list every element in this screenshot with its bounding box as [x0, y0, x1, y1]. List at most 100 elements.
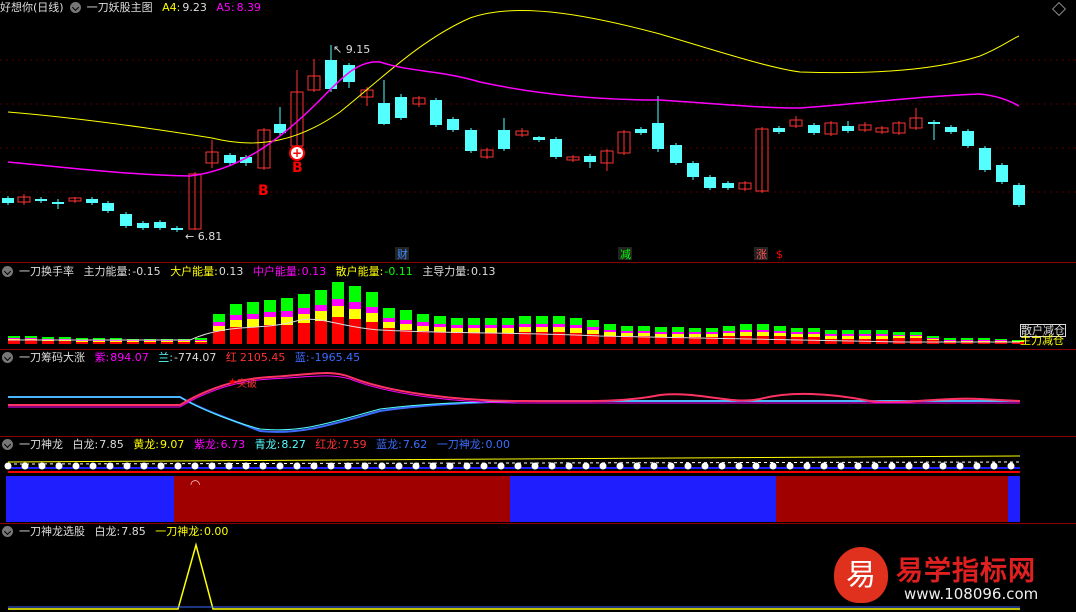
red-line: [8, 371, 1021, 406]
turnover-bar-big: [519, 327, 531, 332]
dragon-dot: [157, 462, 165, 470]
turnover-bar-mid: [655, 332, 667, 334]
dragon-dot: [446, 462, 454, 470]
turnover-bar-mid: [706, 332, 718, 334]
event-label: $: [776, 248, 783, 261]
dragon-dot: [276, 462, 284, 470]
dragon-dot: [123, 462, 131, 470]
dragon-dot: [395, 462, 403, 470]
dragon-dot: [650, 462, 658, 470]
candle-body: [395, 97, 407, 118]
turnover-bar-main: [349, 319, 361, 344]
turnover-bar-mid: [995, 340, 1007, 341]
turnover-bar-retail: [434, 316, 446, 324]
dragon-dot: [72, 462, 80, 470]
turnover-bar-mid: [485, 325, 497, 328]
turnover-bar-big: [417, 326, 429, 331]
turnover-bar-mid: [349, 302, 361, 309]
turnover-bar-main: [281, 325, 293, 344]
chips-panel[interactable]: 一刀筹码大涨 紫:894.07 兰:-774.07 红 2105.45 蓝:-19…: [0, 349, 1076, 437]
turnover-bar-retail: [315, 290, 327, 305]
dragon-dot: [888, 462, 896, 470]
dragon-dot: [208, 462, 216, 470]
turnover-bar-retail: [638, 326, 650, 331]
turnover-bar-retail: [604, 324, 616, 330]
turnover-bar-retail: [42, 337, 54, 339]
dragon-dot: [956, 462, 964, 470]
turnover-bar-big: [127, 341, 139, 342]
candle-body: [447, 119, 459, 130]
turnover-bar-mid: [519, 324, 531, 327]
breakout-signal: 突破: [237, 379, 257, 390]
turnover-bar-big: [638, 333, 650, 336]
turnover-bar-big: [740, 332, 752, 336]
dragon-dot: [174, 462, 182, 470]
turnover-bar-retail: [927, 336, 939, 338]
candle-body: [704, 177, 716, 188]
high-price-label: ↖ 9.15: [333, 43, 370, 56]
dragon-dot: [684, 462, 692, 470]
dragon-dot: [803, 462, 811, 470]
dragon-dot: [990, 462, 998, 470]
dragon-dot: [140, 462, 148, 470]
turnover-bar-main: [451, 333, 463, 344]
turnover-bar-mid: [195, 340, 207, 341]
site-name: 易学指标网: [896, 556, 1036, 587]
turnover-bar-main: [25, 340, 37, 344]
turnover-bar-mid: [281, 311, 293, 317]
dragon-dot: [327, 462, 335, 470]
turnover-bar-mid: [383, 318, 395, 322]
turnover-bar-main: [144, 342, 156, 344]
turnover-bar-mid: [774, 331, 786, 333]
turnover-bar-mid: [842, 334, 854, 336]
candlestick-chart[interactable]: ← 6.81↖ 9.15B+B财减涨 $: [0, 0, 1076, 262]
turnover-bar-mid: [468, 325, 480, 328]
candle-body: [979, 148, 991, 170]
turnover-bar-big: [910, 336, 922, 338]
turnover-bar-big: [842, 336, 854, 339]
turnover-bar-big: [570, 328, 582, 333]
turnover-bar-retail: [876, 330, 888, 334]
turnover-bar-chart[interactable]: [0, 262, 1076, 349]
turnover-bar-retail: [230, 304, 242, 315]
turnover-bar-big: [161, 341, 173, 342]
dragon-dot: [242, 462, 250, 470]
turnover-bar-mid: [944, 340, 956, 341]
upper-band-line: [7, 10, 1020, 144]
dragon-band-chart[interactable]: ◠: [0, 436, 1076, 523]
chips-line-chart[interactable]: ★: [0, 349, 1076, 436]
dragon-dot: [735, 462, 743, 470]
dragon-dot: [4, 462, 12, 470]
turnover-bar-mid: [502, 325, 514, 328]
dragon-dot: [293, 462, 301, 470]
turnover-bar-mid: [927, 338, 939, 339]
turnover-bar-big: [264, 317, 276, 325]
turnover-bar-main: [434, 332, 446, 344]
turnover-bar-mid: [587, 327, 599, 330]
candle-body: [533, 137, 545, 140]
yellow-dragon-line: [7, 455, 1021, 463]
turnover-bar-main: [655, 337, 667, 344]
turnover-bar-mid: [910, 335, 922, 336]
turnover-bar-big: [110, 341, 122, 342]
turnover-bar-big: [553, 327, 565, 332]
low-price-label: ← 6.81: [185, 230, 222, 243]
turnover-bar-retail: [723, 326, 735, 331]
turnover-bar-big: [859, 336, 871, 339]
turnover-bar-big: [298, 314, 310, 323]
turnover-bar-big: [723, 333, 735, 336]
turnover-panel[interactable]: 一刀换手率 主力能量:-0.15 大户能量:0.13 中户能量:0.13 散户能…: [0, 262, 1076, 350]
turnover-bar-main: [366, 322, 378, 344]
site-watermark: 易 易学指标网 www.108096.com: [828, 545, 1068, 607]
turnover-bar-mid: [740, 330, 752, 332]
turnover-bar-retail: [213, 314, 225, 322]
main-chart-panel[interactable]: 好想你(日线) 一刀妖股主图 A4: 9.23 A5: 8.39 ← 6.81 ↖ 9.…: [0, 0, 1076, 263]
turnover-bar-big: [655, 334, 667, 337]
dragon-panel[interactable]: 一刀神龙 白龙:7.85 黄龙:9.07 紫龙:6.73 青龙:8.27 红龙:…: [0, 436, 1076, 524]
candle-body: [722, 183, 734, 188]
candle-body: [808, 125, 820, 133]
event-label: 减: [620, 248, 631, 261]
turnover-bar-retail: [349, 286, 361, 302]
turnover-bar-retail: [281, 298, 293, 311]
dragon-dot: [548, 462, 556, 470]
